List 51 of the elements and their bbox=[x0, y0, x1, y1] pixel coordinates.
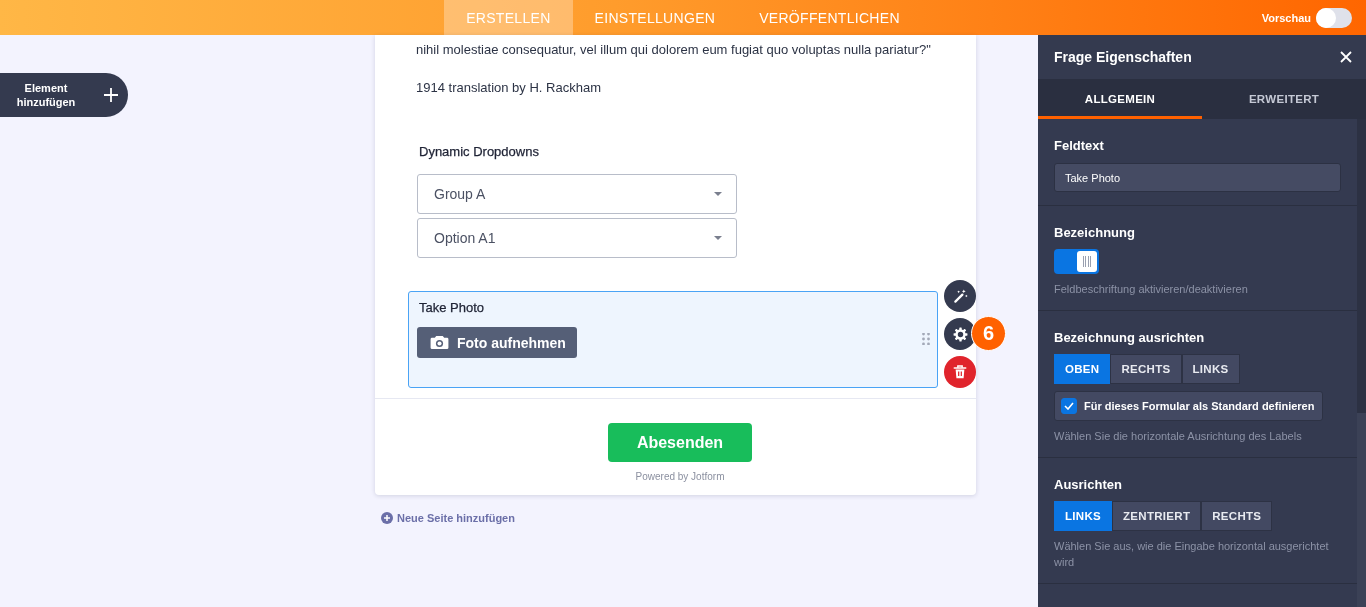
number-badge: 6 bbox=[971, 316, 1006, 351]
section-label: Bezeichnung ausrichten bbox=[1054, 329, 1205, 347]
hint-text: Wählen Sie die horizontale Ausrichtung des Labels bbox=[1054, 429, 1302, 444]
delete-button[interactable] bbox=[944, 356, 976, 388]
caret-icon bbox=[714, 236, 722, 240]
alignment-option[interactable]: LINKS bbox=[1054, 501, 1112, 531]
dropdown[interactable]: Group A bbox=[417, 174, 737, 214]
field-text-input[interactable]: Take Photo bbox=[1054, 163, 1341, 192]
add-page-link[interactable]: Neue Seite hinzufügen bbox=[381, 511, 515, 525]
drag-handle-icon[interactable] bbox=[922, 333, 930, 345]
plus-icon bbox=[103, 87, 119, 103]
camera-icon bbox=[430, 335, 449, 350]
powered-by-text: Powered by Jotform bbox=[635, 471, 725, 483]
close-button[interactable] bbox=[1340, 51, 1352, 63]
form-question[interactable]: Take Photo Foto aufnehmen bbox=[408, 291, 938, 388]
alignment-option[interactable]: ZENTRIERT bbox=[1112, 501, 1202, 531]
panel-tab[interactable]: ERWEITERT bbox=[1202, 79, 1366, 119]
take-photo-button[interactable]: Foto aufnehmen bbox=[417, 327, 577, 358]
close-icon bbox=[1340, 51, 1352, 63]
alignment-option[interactable]: RECHTS bbox=[1201, 501, 1273, 531]
alignment-option[interactable]: RECHTS bbox=[1110, 354, 1182, 384]
panel-title: Frage Eigenschaften bbox=[1054, 48, 1192, 66]
question-label: Dynamic Dropdowns bbox=[419, 144, 539, 160]
default-option-row[interactable]: Für dieses Formular als Standard definieren bbox=[1054, 391, 1324, 421]
section-label: Feldtext bbox=[1054, 137, 1104, 155]
add-element-button[interactable]: Element hinzufügen bbox=[0, 73, 128, 117]
check-icon bbox=[1064, 402, 1074, 410]
form-question[interactable]: Dynamic Dropdowns Group A Option A1 bbox=[408, 135, 943, 267]
plus-circle-icon bbox=[381, 512, 393, 524]
hint-text: Wählen Sie aus, wie die Eingabe horizontal ausgerichtet wird bbox=[1054, 539, 1330, 570]
section-label: Bezeichnung bbox=[1054, 224, 1135, 242]
magic-wand-button[interactable] bbox=[944, 280, 976, 312]
alignment-option[interactable]: LINKS bbox=[1181, 354, 1240, 384]
panel-tab[interactable]: ALLGEMEIN bbox=[1038, 79, 1202, 119]
trash-icon bbox=[953, 365, 967, 379]
preview-toggle[interactable] bbox=[1316, 7, 1352, 28]
paragraph-text: 1914 translation by H. Rackham bbox=[416, 79, 602, 97]
paragraph-text: nihil molestiae consequatur, vel illum qui dolorem eum fugiat quo voluptas nulla pariatur?" bbox=[416, 41, 932, 59]
dropdown[interactable]: Option A1 bbox=[417, 218, 737, 258]
section-label: Ausrichten bbox=[1054, 476, 1122, 494]
label-toggle[interactable] bbox=[1054, 249, 1099, 274]
settings-icon bbox=[952, 326, 968, 342]
question-label: Take Photo bbox=[419, 300, 485, 316]
alignment-option[interactable]: OBEN bbox=[1054, 354, 1111, 384]
caret-icon bbox=[714, 192, 722, 196]
settings-button[interactable] bbox=[944, 318, 976, 350]
checkbox-label: Für dieses Formular als Standard definieren bbox=[1084, 400, 1315, 412]
hint-text: Feldbeschriftung aktivieren/deaktivieren bbox=[1054, 282, 1248, 297]
checkbox[interactable] bbox=[1061, 398, 1077, 414]
preview-label: Vorschau bbox=[1261, 10, 1311, 25]
magic-wand-icon bbox=[952, 288, 968, 304]
